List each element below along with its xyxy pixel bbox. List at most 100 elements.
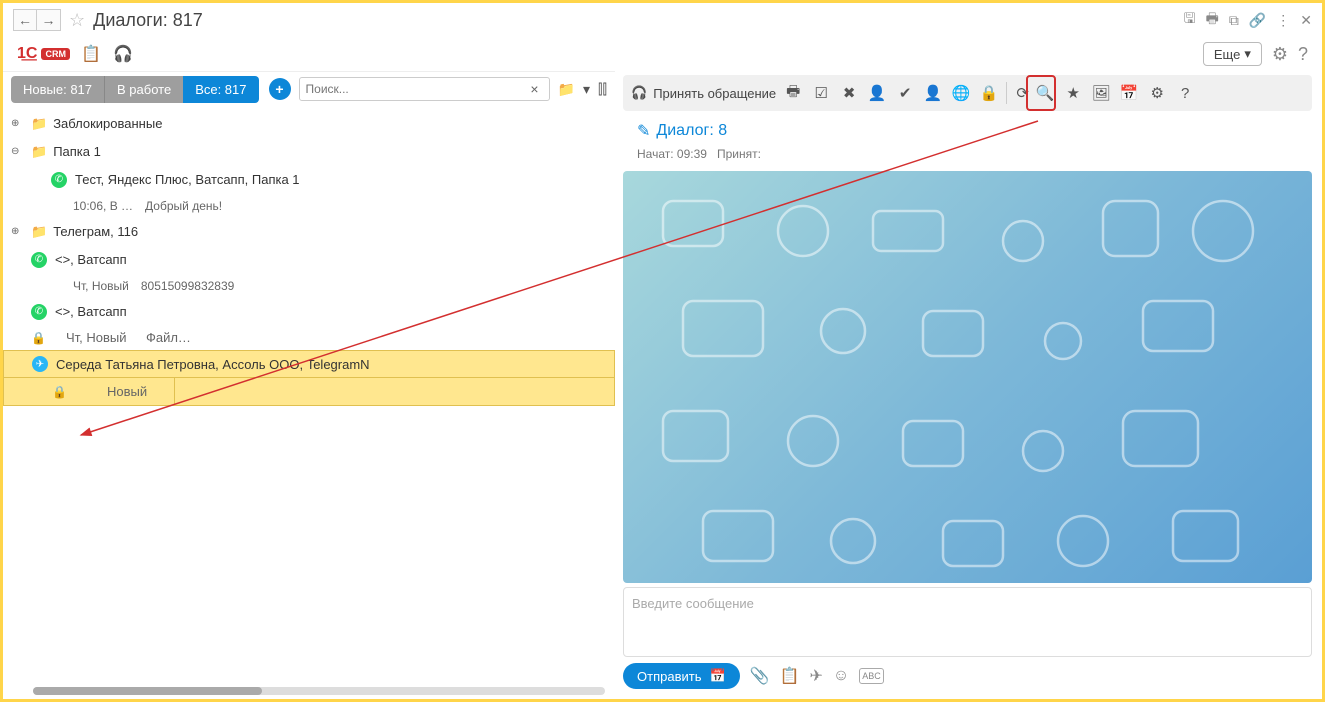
dialogs-tree[interactable]: ⊕ 📁 Заблокированные ⊖ 📁 Папка 1 ✆ Тест, …: [3, 106, 615, 699]
help-icon[interactable]: ?: [1174, 82, 1196, 104]
chat-background: [623, 171, 1312, 583]
tree-item-title: Середа Татьяна Петровна, Ассоль ООО, Tel…: [56, 357, 370, 372]
tree-row-blocked[interactable]: ⊕ 📁 Заблокированные: [3, 110, 615, 138]
more-button[interactable]: Еще ▾: [1203, 42, 1262, 66]
headset-icon[interactable]: 🎧: [112, 43, 134, 65]
emoji-icon[interactable]: ☺: [833, 667, 849, 685]
annotation-highlight-box: [1026, 75, 1056, 111]
expand-icon[interactable]: ⊕: [11, 118, 25, 129]
dialog-title[interactable]: ✎ Диалог: 8: [637, 121, 1308, 141]
close-icon[interactable]: ✕: [1300, 12, 1312, 29]
whatsapp-icon: ✆: [31, 252, 47, 268]
item-phone: 80515099832839: [141, 279, 234, 293]
folder-filter-icon[interactable]: 📁: [558, 81, 575, 98]
more-menu-icon[interactable]: ⋮: [1276, 12, 1290, 29]
whatsapp-icon: ✆: [51, 172, 67, 188]
tree-item-test-meta: 10:06, В … Добрый день!: [3, 194, 615, 218]
save-icon[interactable]: 🖫: [1184, 8, 1196, 32]
tree-label: Телеграм, 116: [53, 224, 138, 239]
template-icon[interactable]: ✈: [810, 666, 823, 686]
folder-icon: 📁: [31, 224, 47, 240]
item-time: 10:06, В …: [73, 199, 133, 213]
tree-row-folder1[interactable]: ⊖ 📁 Папка 1: [3, 138, 615, 166]
tree-item-whatsapp-2[interactable]: ✆ <>, Ватсапп: [3, 298, 615, 326]
tree-item-whatsapp-1[interactable]: ✆ <>, Ватсапп: [3, 246, 615, 274]
tree-item-selected[interactable]: ✈ Середа Татьяна Петровна, Ассоль ООО, T…: [3, 350, 615, 378]
help-icon[interactable]: ?: [1298, 44, 1308, 65]
expand-icon[interactable]: ⊕: [11, 226, 25, 237]
clipboard-icon[interactable]: 📋: [80, 43, 102, 65]
message-input[interactable]: Введите сообщение: [623, 587, 1312, 657]
calendar-icon[interactable]: 📅: [1118, 82, 1140, 104]
tree-item-test[interactable]: ✆ Тест, Яндекс Плюс, Ватсапп, Папка 1: [3, 166, 615, 194]
contact-card-icon[interactable]: 👤: [922, 82, 944, 104]
item-time: Чт, Новый: [66, 330, 146, 345]
left-pane: Новые: 817 В работе Все: 817 + × 📁 ▾ ⫿⫿ …: [3, 71, 615, 699]
item-time: Чт, Новый: [73, 279, 129, 293]
calendar-small-icon: 📅: [709, 668, 725, 684]
horizontal-scrollbar[interactable]: [33, 687, 605, 695]
clipboard-check-icon[interactable]: ✔: [894, 82, 916, 104]
tree-label: Папка 1: [53, 144, 101, 159]
clear-search-icon[interactable]: ×: [526, 81, 542, 97]
tab-new[interactable]: Новые: 817: [11, 76, 104, 103]
settings-gear-icon[interactable]: ⚙: [1272, 44, 1288, 65]
dialog-header: ✎ Диалог: 8 Начат: 09:39 Принят:: [623, 111, 1322, 171]
star-icon[interactable]: ★: [1062, 82, 1084, 104]
dialog-meta: Начат: 09:39 Принят:: [637, 147, 1308, 161]
pencil-icon: ✎: [637, 121, 650, 141]
link-icon[interactable]: 🔗: [1249, 12, 1266, 29]
printer-icon[interactable]: 🖶: [782, 82, 804, 104]
tree-item-whatsapp-2-meta: 🔒 Чт, Новый Файл…: [3, 326, 615, 350]
favorite-star-icon[interactable]: ☆: [69, 10, 85, 31]
image-icon[interactable]: 🖼: [1090, 82, 1112, 104]
logo-1c: 1͟C: [17, 45, 37, 63]
more-label: Еще: [1214, 47, 1240, 62]
accept-request-button[interactable]: 🎧 Принять обращение: [631, 85, 776, 101]
columns-icon[interactable]: ⫿⫿: [598, 81, 607, 98]
filter-tabs-row: Новые: 817 В работе Все: 817 + × 📁 ▾ ⫿⫿: [3, 72, 615, 106]
user-manage-icon[interactable]: 👤: [866, 82, 888, 104]
telegram-icon: ✈: [32, 356, 48, 372]
collapse-icon[interactable]: ⊖: [11, 146, 25, 157]
logo-crm: CRM: [41, 48, 70, 60]
globe-icon[interactable]: 🌐: [950, 82, 972, 104]
item-status: Новый: [107, 384, 147, 399]
chat-check-icon[interactable]: ☑: [810, 82, 832, 104]
scrollbar-thumb[interactable]: [33, 687, 262, 695]
gear-icon[interactable]: ⚙: [1146, 82, 1168, 104]
column-separator: [174, 378, 175, 405]
add-dialog-button[interactable]: +: [269, 78, 291, 100]
nav-forward-button[interactable]: →: [37, 9, 61, 31]
tab-all[interactable]: Все: 817: [183, 76, 258, 103]
nav-back-button[interactable]: ←: [13, 9, 37, 31]
abc-icon[interactable]: ABC: [859, 668, 884, 684]
tree-item-title: <>, Ватсапп: [55, 252, 127, 267]
send-button[interactable]: Отправить 📅: [623, 663, 740, 689]
tab-in-work[interactable]: В работе: [104, 76, 183, 103]
tree-item-title: <>, Ватсапп: [55, 304, 127, 319]
tree-row-telegram[interactable]: ⊕ 📁 Телеграм, 116: [3, 218, 615, 246]
export-icon[interactable]: ⧉: [1229, 12, 1239, 29]
print-icon[interactable]: 🖶: [1206, 8, 1219, 32]
started-label: Начат:: [637, 147, 674, 161]
search-input[interactable]: [306, 82, 527, 96]
window-titlebar: ← → ☆ Диалоги: 817 🖫 🖶 ⧉ 🔗 ⋮ ✕: [3, 3, 1322, 37]
folder-icon: 📁: [31, 144, 47, 160]
search-box[interactable]: ×: [299, 77, 550, 101]
headset-check-icon: 🎧: [631, 85, 647, 101]
started-time: 09:39: [677, 147, 707, 161]
chat-close-icon[interactable]: ✖: [838, 82, 860, 104]
lock-edit-icon[interactable]: 🔒: [978, 82, 1000, 104]
chevron-down-icon: ▾: [1244, 46, 1251, 62]
send-row: Отправить 📅 📎 📋 ✈ ☺ ABC: [623, 663, 1322, 699]
refresh-icon[interactable]: ⟳: [1006, 82, 1028, 104]
right-pane: 🎧 Принять обращение 🖶 ☑ ✖ 👤 ✔ 👤 🌐 🔒 ⟳ 🔍 …: [615, 71, 1322, 699]
product-logo: 1͟C CRM: [17, 45, 70, 63]
tree-label: Заблокированные: [53, 116, 162, 131]
item-file: Файл…: [146, 330, 191, 345]
attach-icon[interactable]: 📎: [750, 666, 770, 686]
window-title: Диалоги: 817: [93, 10, 203, 31]
funnel-filter-icon[interactable]: ▾: [583, 81, 590, 98]
paste-icon[interactable]: 📋: [780, 666, 800, 686]
